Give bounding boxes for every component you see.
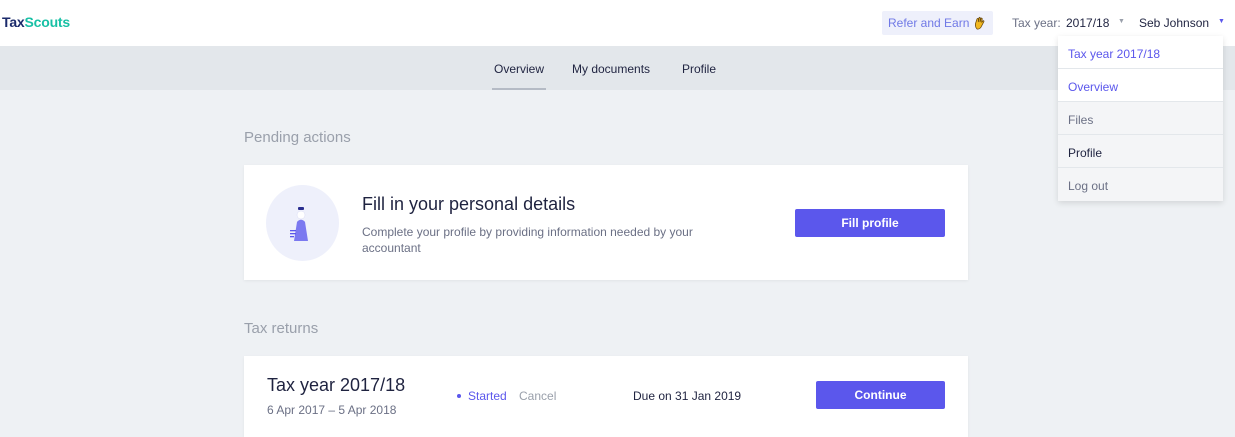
tax-returns-heading: Tax returns xyxy=(244,320,319,337)
refer-and-earn-button[interactable]: Refer and Earn xyxy=(882,11,994,35)
active-tab-indicator xyxy=(492,88,546,90)
tax-year-caret-icon[interactable]: ▼ xyxy=(1118,18,1125,25)
menu-item-log-out[interactable]: Log out xyxy=(1058,168,1223,201)
menu-item-profile[interactable]: Profile xyxy=(1058,135,1223,168)
tax-return-dates: 6 Apr 2017 – 5 Apr 2018 xyxy=(267,403,397,417)
continue-button[interactable]: Continue xyxy=(816,381,945,409)
user-menu-caret-icon[interactable]: ▼ xyxy=(1218,18,1225,25)
status-badge: Started xyxy=(468,389,507,403)
tab-profile[interactable]: Profile xyxy=(682,62,716,76)
tax-return-card: Tax year 2017/18 6 Apr 2017 – 5 Apr 2018… xyxy=(244,356,968,437)
user-dropdown-menu: Tax year 2017/18 Overview Files Profile … xyxy=(1058,36,1223,201)
tab-my-documents[interactable]: My documents xyxy=(572,62,650,76)
personal-details-illustration xyxy=(266,185,339,261)
tax-return-title: Tax year 2017/18 xyxy=(267,375,406,395)
menu-item-overview[interactable]: Overview xyxy=(1058,69,1223,102)
pending-card-description: Complete your profile by providing infor… xyxy=(362,225,693,255)
fill-profile-button[interactable]: Fill profile xyxy=(795,209,945,237)
due-date: Due on 31 Jan 2019 xyxy=(633,389,742,403)
pending-card-title: Fill in your personal details xyxy=(362,194,576,214)
tax-year-selector[interactable]: 2017/18 xyxy=(1066,16,1109,30)
taxscouts-logo[interactable]: TaxScouts xyxy=(2,14,70,30)
menu-item-files[interactable]: Files xyxy=(1058,102,1223,135)
pending-actions-heading: Pending actions xyxy=(244,129,351,146)
refer-label: Refer and Earn xyxy=(888,16,970,30)
tax-year-label: Tax year: xyxy=(1012,16,1061,30)
top-header: TaxScouts Refer and Earn Tax year: 2017/… xyxy=(0,0,1235,46)
person-icon xyxy=(290,207,308,241)
logo-text-scouts: Scouts xyxy=(24,14,71,30)
user-menu-button[interactable]: Seb Johnson xyxy=(1139,16,1209,30)
main-nav: Overview My documents Profile xyxy=(0,46,1235,90)
logo-text-tax: Tax xyxy=(2,14,25,30)
status-dot-icon xyxy=(457,394,461,398)
pending-action-card: Fill in your personal details Complete y… xyxy=(244,165,968,280)
menu-item-tax-year[interactable]: Tax year 2017/18 xyxy=(1058,36,1223,69)
waving-hand-icon xyxy=(973,16,987,30)
cancel-link[interactable]: Cancel xyxy=(519,389,556,403)
tab-overview[interactable]: Overview xyxy=(494,62,544,76)
